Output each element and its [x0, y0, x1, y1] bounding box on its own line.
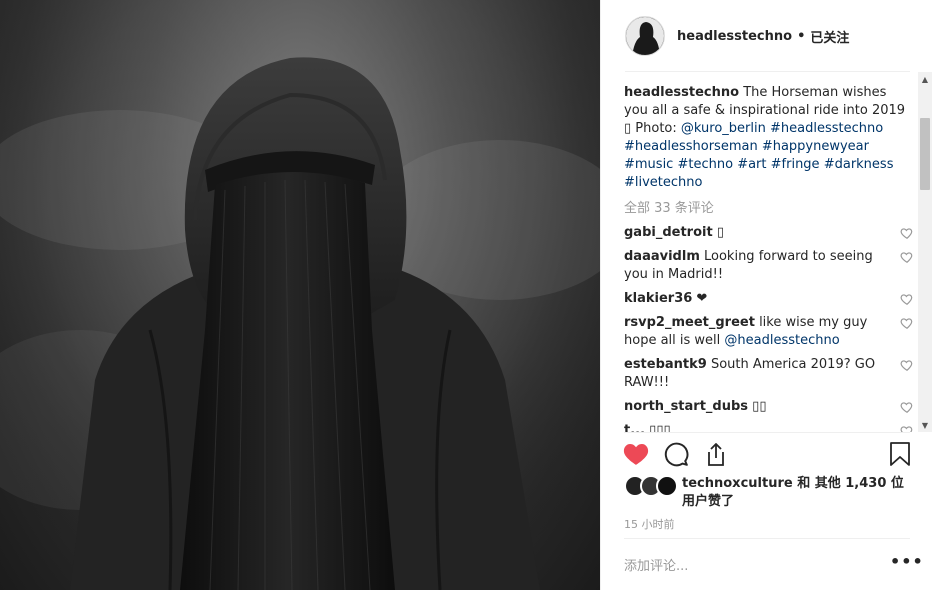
comment-row: estebantk9 South America 2019? GO RAW!!!: [624, 356, 914, 392]
caption-text-2: Photo:: [631, 121, 681, 136]
comment-row: rsvp2_meet_greet like wise my guy hope a…: [624, 314, 914, 350]
comment-bubble-icon: [664, 442, 689, 467]
hashtag-link[interactable]: #headlesstechno: [770, 121, 883, 136]
comment-row: north_start_dubs ▯▯: [624, 398, 914, 416]
post-photo[interactable]: [0, 0, 600, 590]
hashtag-link[interactable]: #happynewyear: [762, 139, 869, 154]
caption-username[interactable]: headlesstechno: [624, 85, 739, 100]
comment-like-heart-icon[interactable]: [900, 424, 914, 432]
avatar[interactable]: [625, 16, 665, 56]
comment-row: daaavidlm Looking forward to seeing you …: [624, 248, 914, 284]
comment-username[interactable]: klakier36: [624, 291, 692, 306]
likes-summary: technoxculture 和 其他 1,430 位用户赞了: [624, 475, 914, 511]
comment-username[interactable]: t...: [624, 423, 645, 432]
scrollbar-thumb[interactable]: [920, 118, 930, 190]
comment-row: t... ▯▯▯: [624, 422, 914, 432]
like-button[interactable]: [622, 440, 650, 468]
hashtag-link[interactable]: #music: [624, 157, 673, 172]
post-header: headlesstechno • 已关注: [601, 0, 938, 72]
hashtag-link[interactable]: #livetechno: [624, 175, 702, 190]
comment-like-heart-icon[interactable]: [900, 292, 914, 306]
comment-like-heart-icon[interactable]: [900, 316, 914, 330]
comment-button[interactable]: [662, 440, 690, 468]
hashtag-link[interactable]: #fringe: [771, 157, 820, 172]
caption-mention-link[interactable]: @kuro_berlin: [681, 121, 766, 136]
avatar: [656, 475, 678, 497]
comments-list[interactable]: headlesstechno The Horseman wishes you a…: [624, 80, 914, 432]
comment-username[interactable]: north_start_dubs: [624, 399, 748, 414]
comment-text: ▯: [712, 225, 724, 240]
hashtag-link[interactable]: #art: [737, 157, 766, 172]
comment-like-heart-icon[interactable]: [900, 400, 914, 414]
bookmark-icon: [890, 442, 910, 466]
save-button[interactable]: [886, 440, 914, 468]
header-username[interactable]: headlesstechno: [677, 29, 792, 44]
comment-username[interactable]: rsvp2_meet_greet: [624, 315, 755, 330]
view-all-comments-link[interactable]: 全部 33 条评论: [624, 200, 914, 218]
follow-status-button[interactable]: 已关注: [810, 27, 849, 46]
comment-mention-link[interactable]: @headlesstechno: [724, 333, 839, 348]
avatar-image-icon: [626, 17, 664, 55]
comment-username[interactable]: gabi_detroit: [624, 225, 713, 240]
comment-username[interactable]: estebantk9: [624, 357, 707, 372]
scroll-up-arrow-icon[interactable]: ▲: [918, 72, 932, 86]
share-upload-icon: [708, 443, 724, 466]
action-bar: [622, 440, 914, 470]
header-divider: [625, 71, 910, 72]
scroll-down-arrow-icon[interactable]: ▼: [918, 418, 932, 432]
comment-text: ▯▯: [748, 399, 767, 414]
more-options-button[interactable]: •••: [890, 552, 924, 571]
comment-like-heart-icon[interactable]: [900, 358, 914, 372]
post-timestamp[interactable]: 15 小时前: [624, 516, 675, 532]
header-separator: •: [797, 28, 806, 44]
share-button[interactable]: [702, 440, 730, 468]
hooded-figure-image: [0, 0, 600, 590]
heart-filled-icon: [623, 444, 649, 465]
hashtag-link[interactable]: #headlesshorseman: [624, 139, 758, 154]
actions-divider: [624, 432, 910, 433]
hashtag-link[interactable]: #techno: [677, 157, 733, 172]
post-caption: headlesstechno The Horseman wishes you a…: [624, 84, 914, 192]
add-comment-input[interactable]: 添加评论...: [624, 555, 688, 574]
liker-avatars[interactable]: [624, 475, 680, 497]
hashtag-link[interactable]: #darkness: [824, 157, 894, 172]
comment-like-heart-icon[interactable]: [900, 250, 914, 264]
comments-scrollbar[interactable]: ▲ ▼: [918, 72, 932, 432]
comment-username[interactable]: daaavidlm: [624, 249, 700, 264]
comment-text: ▯▯▯: [645, 423, 671, 432]
comment-row: gabi_detroit ▯: [624, 224, 914, 242]
comment-like-heart-icon[interactable]: [900, 226, 914, 240]
likes-text: technoxculture 和 其他 1,430 位用户赞了: [682, 475, 914, 511]
comment-row: klakier36 ❤: [624, 290, 914, 308]
comment-text: ❤: [692, 291, 708, 306]
add-comment-divider: [624, 538, 910, 539]
liker-username[interactable]: technoxculture: [682, 476, 793, 491]
